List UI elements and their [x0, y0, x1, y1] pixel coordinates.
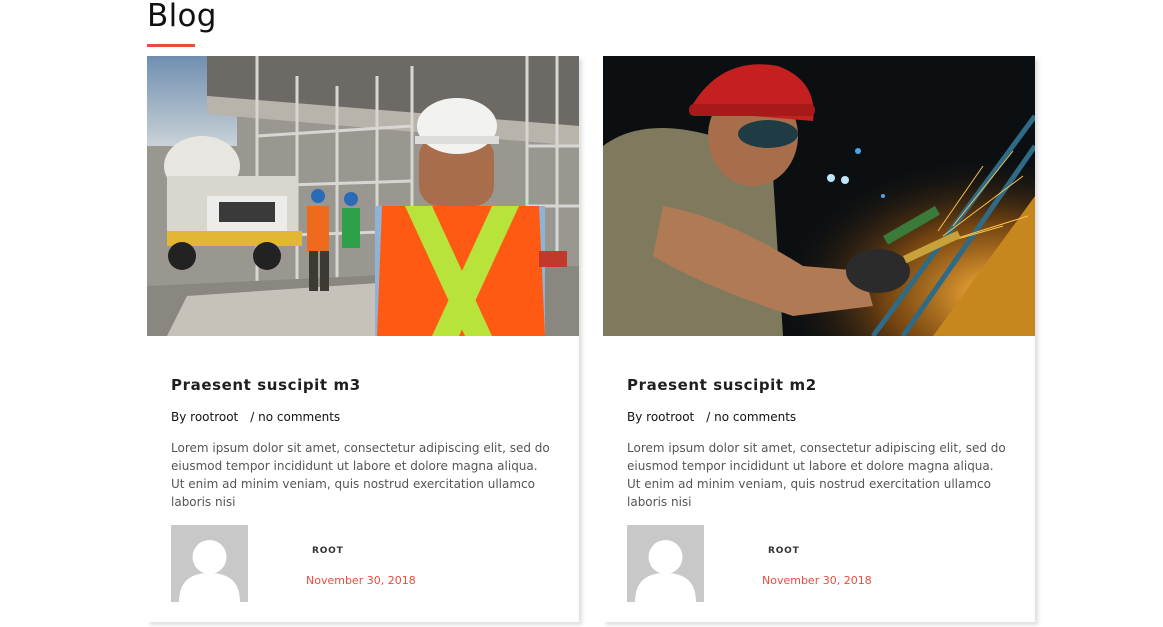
post-author-link[interactable]: By rootroot — [627, 410, 694, 424]
title-underline — [147, 44, 195, 47]
default-user-avatar-icon — [627, 525, 704, 602]
author-name[interactable]: ROOT — [768, 546, 800, 556]
post-title[interactable]: Praesent suscipit m3 — [171, 376, 361, 394]
post-meta: By rootroot / no comments — [171, 410, 340, 424]
post-meta: By rootroot / no comments — [627, 410, 796, 424]
post-date: November 30, 2018 — [306, 574, 416, 587]
post-author-link[interactable]: By rootroot — [171, 410, 238, 424]
blog-section: Blog Praesent suscipit m3 By rootroot / … — [0, 0, 1163, 627]
post-comments-link[interactable]: / no comments — [250, 410, 340, 424]
post-excerpt: Lorem ipsum dolor sit amet, consectetur … — [627, 441, 1006, 509]
post-image-welder[interactable] — [603, 56, 1035, 336]
post-title[interactable]: Praesent suscipit m2 — [627, 376, 817, 394]
post-date: November 30, 2018 — [762, 574, 872, 587]
blog-card: Praesent suscipit m2 By rootroot / no com… — [603, 56, 1035, 622]
blog-card: Praesent suscipit m3 By rootroot / no com… — [147, 56, 579, 622]
section-title: Blog — [147, 0, 217, 34]
post-comments-link[interactable]: / no comments — [706, 410, 796, 424]
default-user-avatar-icon — [171, 525, 248, 602]
author-name[interactable]: ROOT — [312, 546, 344, 556]
post-image-construction[interactable] — [147, 56, 579, 336]
post-excerpt: Lorem ipsum dolor sit amet, consectetur … — [171, 441, 550, 509]
